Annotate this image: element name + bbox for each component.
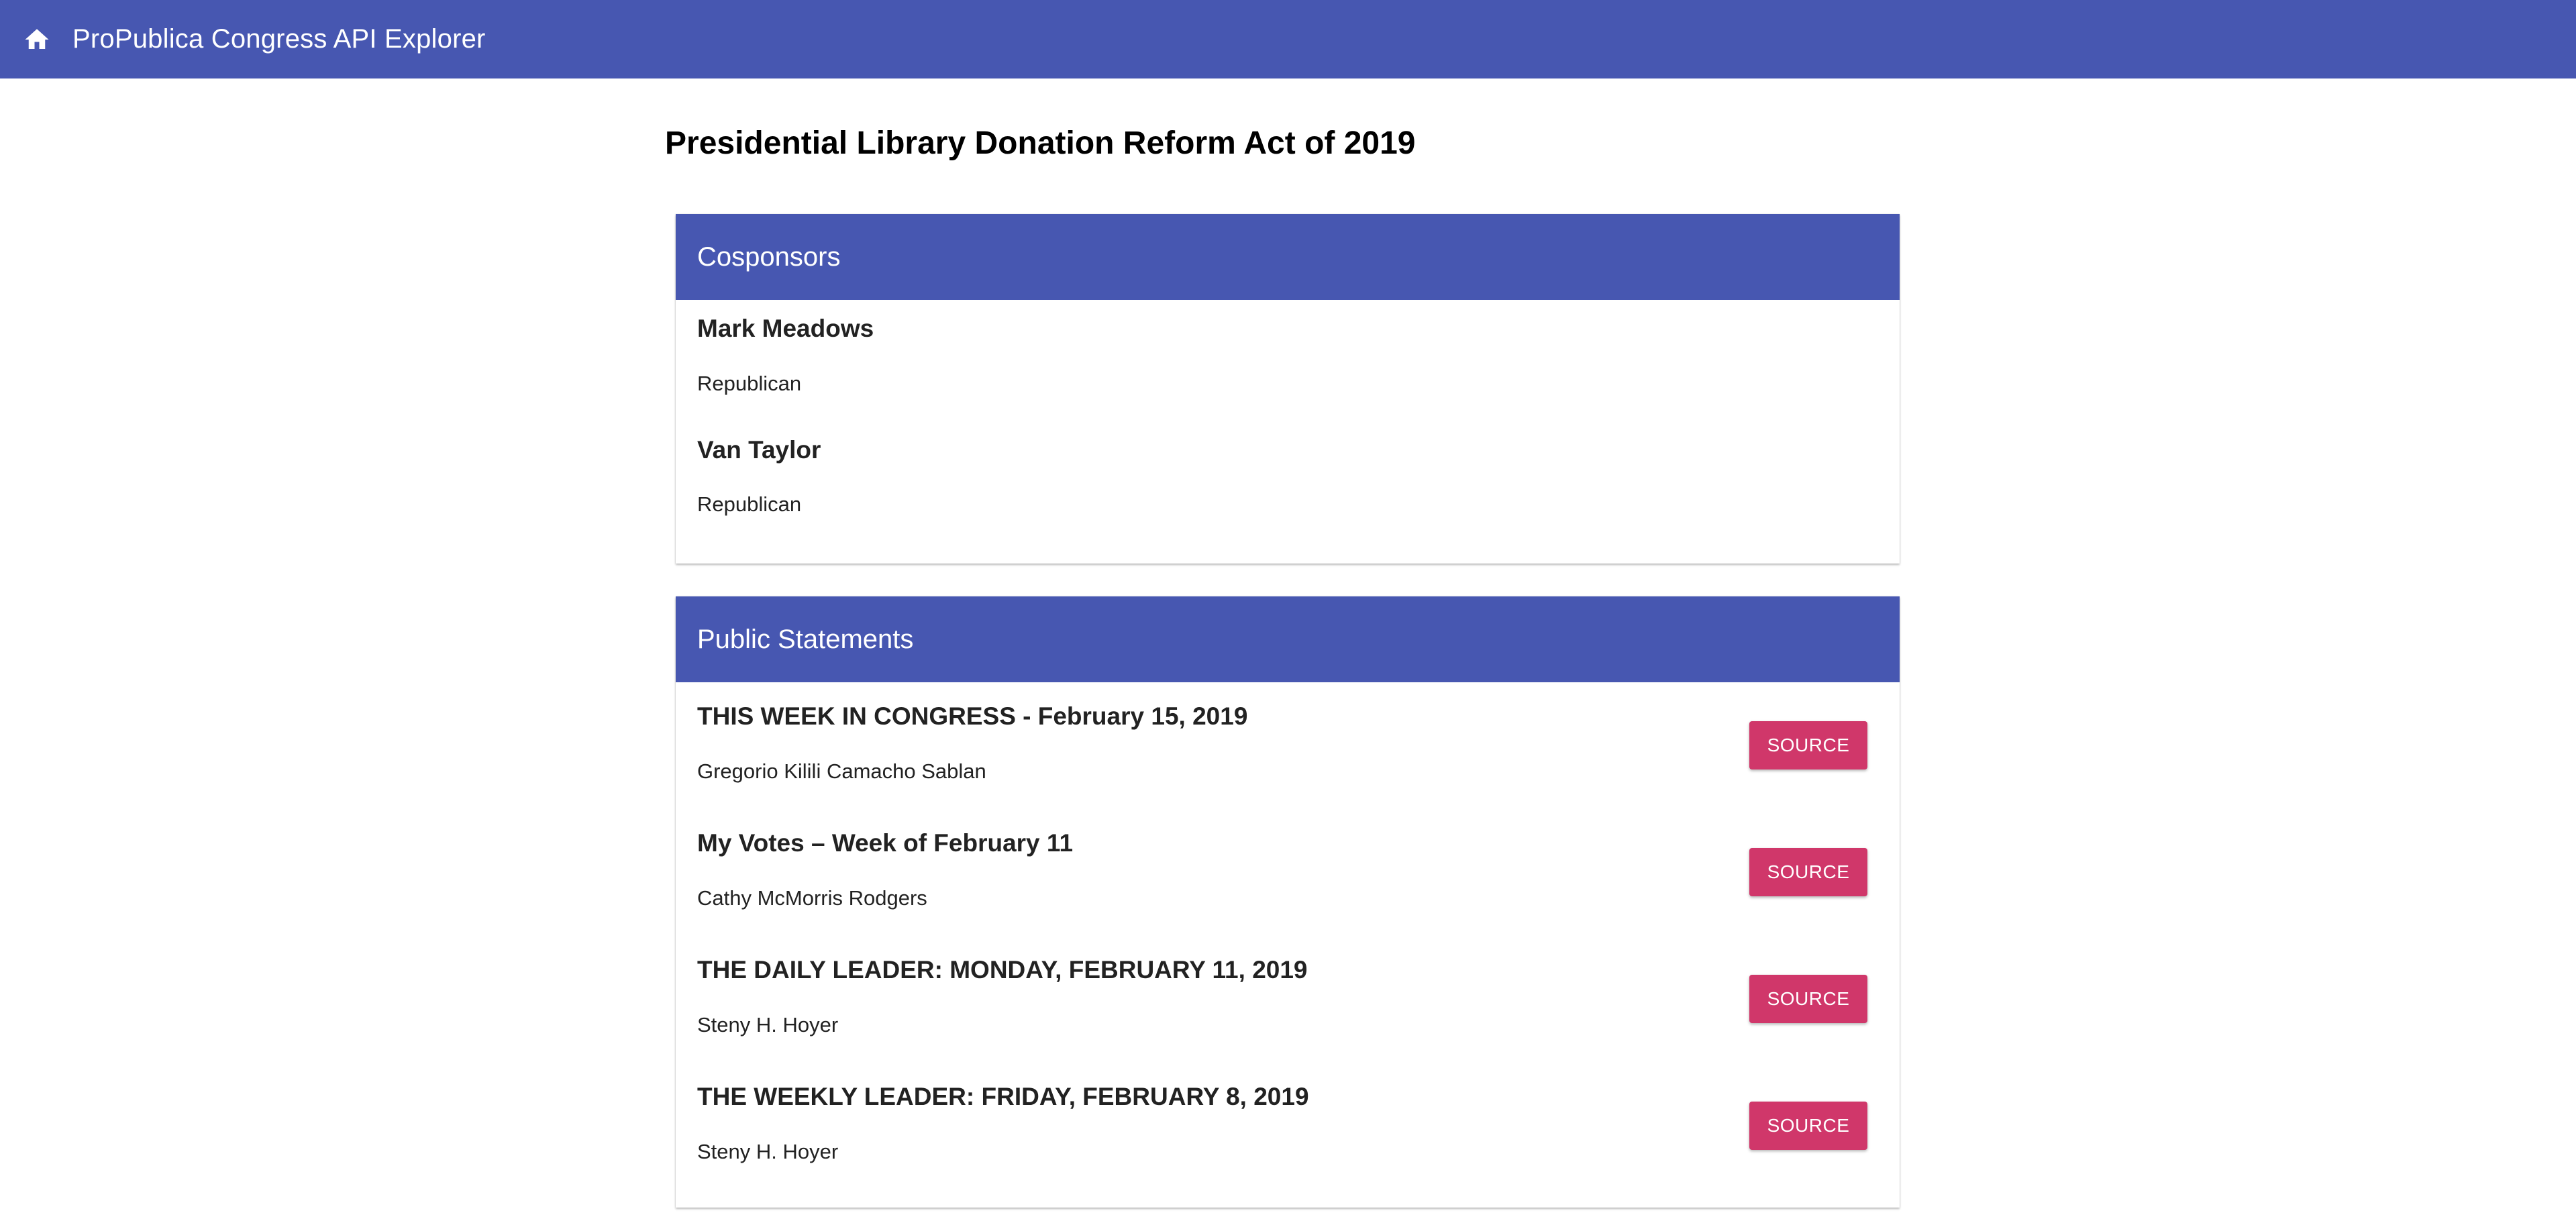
cosponsors-card: Cosponsors Mark Meadows Republican Van T… [676, 214, 1900, 564]
source-button[interactable]: SOURCE [1749, 1102, 1867, 1150]
app-toolbar: ProPublica Congress API Explorer [0, 0, 2576, 78]
source-button[interactable]: SOURCE [1749, 848, 1867, 896]
cosponsor-item: Mark Meadows Republican [676, 300, 1900, 421]
statements-card: Public Statements THIS WEEK IN CONGRESS … [676, 596, 1900, 1208]
statement-item: THIS WEEK IN CONGRESS - February 15, 201… [676, 682, 1900, 809]
cosponsor-party: Republican [697, 492, 802, 516]
statement-title: THIS WEEK IN CONGRESS - February 15, 201… [697, 702, 1248, 730]
statement-member: Cathy McMorris Rodgers [697, 886, 927, 910]
statement-member: Steny H. Hoyer [697, 1140, 839, 1163]
statement-member: Gregorio Kilili Camacho Sablan [697, 759, 986, 783]
cosponsors-header: Cosponsors [676, 214, 1900, 300]
app-title: ProPublica Congress API Explorer [72, 24, 486, 54]
statement-title: THE WEEKLY LEADER: FRIDAY, FEBRUARY 8, 2… [697, 1083, 1309, 1110]
cosponsor-item: Van Taylor Republican [676, 421, 1900, 564]
statement-title: THE DAILY LEADER: MONDAY, FEBRUARY 11, 2… [697, 956, 1308, 983]
statement-title: My Votes – Week of February 11 [697, 829, 1074, 857]
statement-item: My Votes – Week of February 11 Cathy McM… [676, 809, 1900, 936]
source-button[interactable]: SOURCE [1749, 975, 1867, 1023]
page-title: Presidential Library Donation Reform Act… [665, 125, 1416, 161]
cosponsor-party: Republican [697, 372, 802, 395]
statements-header: Public Statements [676, 596, 1900, 682]
statement-member: Steny H. Hoyer [697, 1013, 839, 1036]
statement-item: THE DAILY LEADER: MONDAY, FEBRUARY 11, 2… [676, 936, 1900, 1063]
home-icon[interactable] [23, 25, 51, 54]
cosponsor-name: Mark Meadows [697, 315, 874, 342]
cosponsor-name: Van Taylor [697, 436, 821, 464]
statement-item: THE WEEKLY LEADER: FRIDAY, FEBRUARY 8, 2… [676, 1063, 1900, 1208]
source-button[interactable]: SOURCE [1749, 721, 1867, 769]
